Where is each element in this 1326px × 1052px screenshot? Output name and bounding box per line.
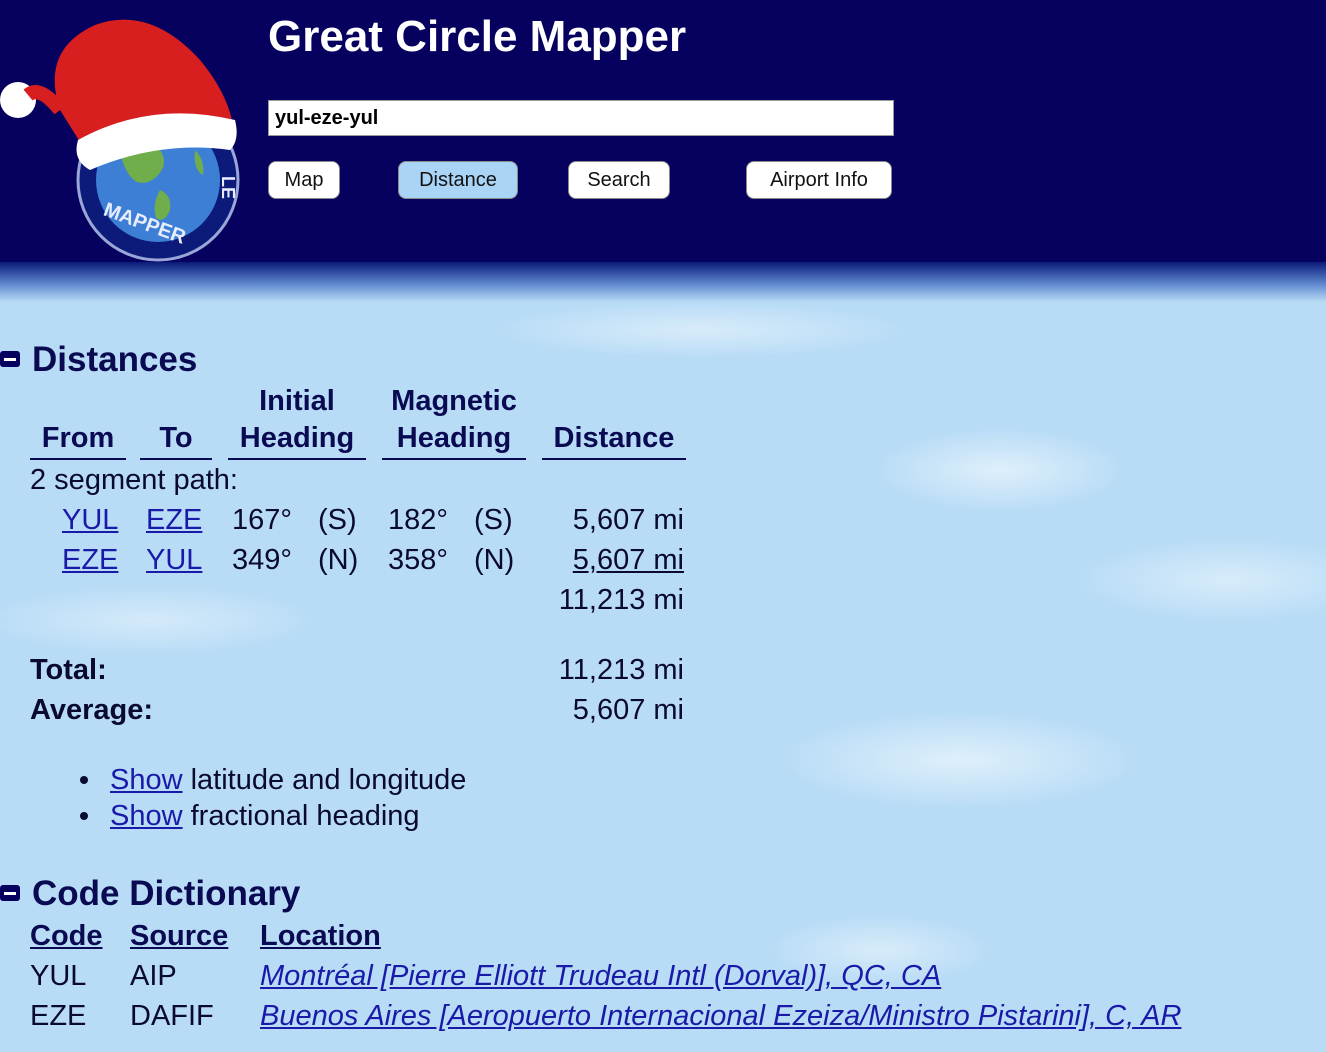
col-distance: Distance: [553, 422, 675, 454]
from-link[interactable]: EZE: [62, 544, 118, 576]
total-label: Total:: [30, 654, 107, 686]
col-code: Code: [30, 920, 103, 952]
col-from: From: [41, 422, 115, 454]
dict-code: YUL: [30, 960, 87, 992]
logo-text-side: LE: [218, 176, 238, 199]
col-magnetic-underline: [382, 458, 526, 460]
distance-button[interactable]: Distance: [398, 161, 518, 199]
segment-label: 2 segment path:: [30, 464, 238, 496]
initial-dir: (S): [318, 504, 357, 536]
to-link[interactable]: YUL: [146, 544, 202, 576]
site-header: MAPPER LE Great Circle Mapper Map Distan…: [0, 0, 1326, 262]
segment-distance: 5,607 mi: [572, 504, 684, 536]
distances-heading: Distances: [32, 340, 198, 379]
average-value: 5,607 mi: [572, 694, 684, 726]
option-fractional: Show fractional heading: [110, 798, 420, 834]
initial-deg: 167°: [232, 504, 292, 536]
col-location: Location: [260, 920, 381, 952]
col-initial-1: Initial: [259, 385, 335, 417]
option-lat-long: Show latitude and longitude: [110, 762, 466, 798]
col-to: To: [159, 422, 193, 454]
subtotal-distance: 11,213 mi: [558, 584, 684, 616]
col-magnetic-1: Magnetic: [391, 385, 517, 417]
bullet: [80, 776, 88, 784]
distances-section-header[interactable]: Distances: [0, 340, 197, 380]
magnetic-dir: (S): [474, 504, 513, 536]
initial-deg: 349°: [232, 544, 292, 576]
collapse-minus-icon[interactable]: [0, 350, 20, 367]
option-text: fractional heading: [182, 800, 420, 832]
header-fade: [0, 262, 1326, 302]
location-link[interactable]: Buenos Aires [Aeropuerto Internacional E…: [260, 1000, 1181, 1032]
from-link[interactable]: YUL: [62, 504, 118, 536]
route-input[interactable]: [268, 100, 894, 136]
segment-distance: 5,607 mi: [572, 544, 684, 576]
magnetic-deg: 182°: [388, 504, 448, 536]
option-text: latitude and longitude: [182, 764, 467, 796]
col-initial-underline: [228, 458, 366, 460]
average-label: Average:: [30, 694, 154, 726]
location-link[interactable]: Montréal [Pierre Elliott Trudeau Intl (D…: [260, 960, 941, 992]
dict-source: DAFIF: [130, 1000, 214, 1032]
santa-hat-globe-logo[interactable]: MAPPER LE: [0, 0, 250, 262]
total-value: 11,213 mi: [558, 654, 684, 686]
col-to-underline: [140, 458, 212, 460]
code-dictionary-section-header[interactable]: Code Dictionary: [0, 874, 300, 914]
initial-dir: (N): [318, 544, 359, 576]
code-dictionary-heading: Code Dictionary: [32, 874, 301, 913]
dict-code: EZE: [30, 1000, 87, 1032]
show-latlong-link[interactable]: Show: [110, 764, 183, 796]
dict-source: AIP: [130, 960, 177, 992]
app-title: Great Circle Mapper: [268, 12, 687, 61]
col-distance-underline: [542, 458, 686, 460]
magnetic-dir: (N): [474, 544, 515, 576]
to-link[interactable]: EZE: [146, 504, 202, 536]
magnetic-deg: 358°: [388, 544, 448, 576]
map-button[interactable]: Map: [268, 161, 340, 199]
collapse-minus-icon[interactable]: [0, 884, 20, 901]
airport-info-button[interactable]: Airport Info: [746, 161, 892, 199]
col-initial-2: Heading: [239, 422, 355, 454]
search-button[interactable]: Search: [568, 161, 670, 199]
col-from-underline: [30, 458, 126, 460]
col-source: Source: [130, 920, 229, 952]
col-magnetic-2: Heading: [396, 422, 512, 454]
show-fractional-link[interactable]: Show: [110, 800, 183, 832]
bullet: [80, 812, 88, 820]
